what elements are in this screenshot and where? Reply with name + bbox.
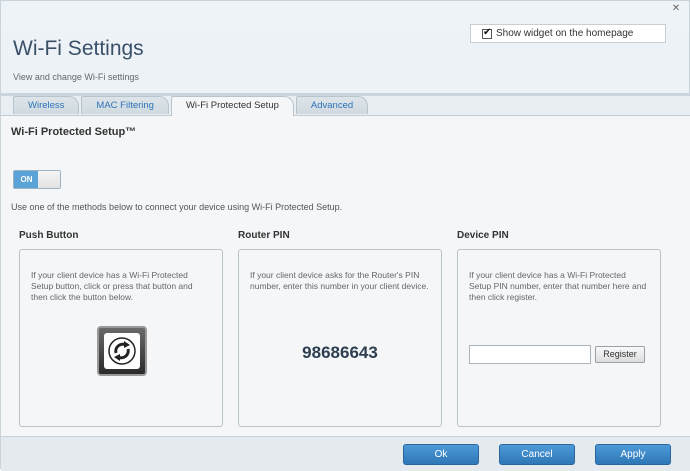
push-button-card: If your client device has a Wi-Fi Protec… — [19, 249, 223, 427]
ok-button[interactable]: Ok — [403, 444, 479, 465]
tabs: Wireless MAC Filtering Wi-Fi Protected S… — [13, 96, 370, 116]
page-title: Wi-Fi Settings — [13, 37, 144, 60]
push-button-title: Push Button — [19, 230, 79, 241]
apply-button[interactable]: Apply — [595, 444, 671, 465]
show-widget-option[interactable]: Show widget on the homepage — [470, 24, 666, 43]
wps-description: Use one of the methods below to connect … — [11, 202, 343, 212]
register-button[interactable]: Register — [595, 346, 645, 363]
router-pin-text: If your client device asks for the Route… — [250, 270, 429, 291]
wps-panel: Wi-Fi Protected Setup™ ON Use one of the… — [1, 116, 690, 436]
show-widget-checkbox[interactable] — [482, 27, 492, 39]
tab-mac-filtering[interactable]: MAC Filtering — [81, 96, 169, 114]
router-pin-card: If your client device asks for the Route… — [238, 249, 442, 427]
wps-toggle[interactable]: ON — [13, 170, 61, 189]
wps-push-button[interactable] — [97, 326, 147, 376]
footer-bar — [1, 436, 690, 471]
router-pin-title: Router PIN — [238, 230, 290, 241]
wps-icon — [104, 333, 140, 369]
section-title: Wi-Fi Protected Setup™ — [11, 126, 137, 138]
tab-advanced[interactable]: Advanced — [295, 96, 369, 114]
cancel-button[interactable]: Cancel — [499, 444, 575, 465]
router-pin-value: 98686643 — [302, 343, 378, 362]
device-pin-title: Device PIN — [457, 230, 509, 241]
wifi-settings-window: ✕ Show widget on the homepage Wi-Fi Sett… — [0, 0, 690, 471]
push-button-text: If your client device has a Wi-Fi Protec… — [31, 270, 193, 302]
device-pin-input[interactable] — [469, 345, 591, 364]
toggle-knob — [38, 171, 60, 188]
toggle-on-label: ON — [14, 171, 39, 188]
page-subtitle: View and change Wi-Fi settings — [13, 72, 139, 82]
tab-wireless[interactable]: Wireless — [13, 96, 80, 114]
device-pin-card: If your client device has a Wi-Fi Protec… — [457, 249, 661, 427]
tab-wifi-protected-setup[interactable]: Wi-Fi Protected Setup — [170, 96, 294, 116]
device-pin-text: If your client device has a Wi-Fi Protec… — [469, 270, 647, 302]
close-icon[interactable]: ✕ — [671, 4, 681, 14]
show-widget-label: Show widget on the homepage — [496, 28, 634, 39]
